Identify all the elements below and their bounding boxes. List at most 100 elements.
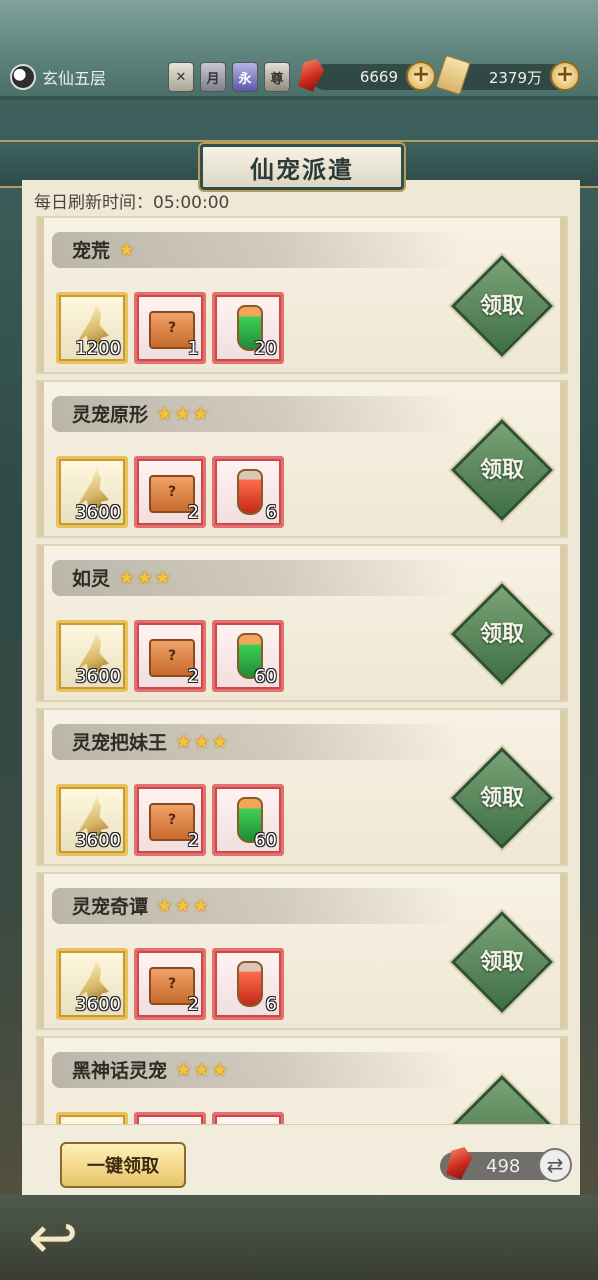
cultivation-rank[interactable]: 玄仙五层 [10,64,106,90]
add-scroll-button[interactable]: + [550,61,580,91]
mission-name: 灵宠原形 [72,404,149,426]
star-icon: ★ [175,1058,193,1081]
title-badges: ✕ 月 永 尊 [168,62,290,92]
window-title: 仙宠派遣 [200,144,404,190]
claim-all-button[interactable]: 一键领取 [60,1142,186,1188]
reward-quantity: 1 [187,338,199,359]
reward-items: 3600 ? 2 60 [56,620,284,692]
mission-card: 灵宠把妹王 ★ ★ ★ 3600 ? 2 60 领取 [36,708,568,866]
claim-button-label: 领取 [479,621,524,647]
red-potion-icon [237,961,263,1007]
mission-name: 黑神话灵宠 [72,1060,168,1082]
reward-spirit-root[interactable] [56,1112,128,1124]
star-icon: ★ [136,566,154,589]
mission-card: 灵宠原形 ★ ★ ★ 3600? 2 6 领取 [36,380,568,538]
reward-mystery-box[interactable]: ? 2 [134,620,206,692]
star-icon: ★ [156,402,174,425]
gem-currency: 6669 + [312,64,436,90]
reward-quantity: 3600 [75,502,121,523]
reward-mystery-box[interactable]: ? 2 [134,456,206,528]
mission-title: 灵宠把妹王 ★ ★ ★ [72,728,228,755]
gem-amount: 6669 [359,68,398,86]
reward-quantity: 2 [187,994,199,1015]
reward-spirit-root[interactable]: 3600 [56,620,128,692]
star-icon: ★ [118,238,136,261]
star-icon: ★ [193,730,211,753]
reward-mystery-box[interactable]: ? 2 [134,948,206,1020]
mission-title: 灵宠原形 ★ ★ ★ [72,400,209,427]
red-potion-icon [237,469,263,515]
reward-quantity: 1200 [75,338,121,359]
scroll-icon [435,54,471,96]
yin-yang-icon [10,64,36,90]
badge-honor[interactable]: 尊 [264,62,290,92]
mission-name: 如灵 [72,568,111,590]
mission-card: 宠荒 ★ 1200 ? 1 20 领取 [36,216,568,374]
star-icon: ★ [193,1058,211,1081]
reward-items: 3600 ? 2 60 [56,784,284,856]
claim-button-label: 领取 [479,949,524,975]
claim-button-label: 领取 [479,293,524,319]
mission-card: 如灵 ★ ★ ★ 3600? 2 60 领取 [36,544,568,702]
mission-title: 灵宠奇谭 ★ ★ ★ [72,892,209,919]
reward-potion[interactable]: 60 [212,784,284,856]
star-rating: ★ ★ ★ [156,403,209,425]
star-icon: ★ [192,894,210,917]
reward-spirit-root[interactable]: 3600 [56,456,128,528]
reward-potion[interactable]: 20 [212,292,284,364]
top-status-bar: 玄仙五层 ✕ 月 永 尊 6669 + 2379万 + [0,0,598,100]
reward-quantity: 60 [254,666,277,687]
back-button[interactable]: ↩ [18,1200,138,1270]
badge-sword-icon[interactable]: ✕ [168,62,194,92]
reward-items: 3600 ? 2 6 [56,456,284,528]
star-icon: ★ [192,402,210,425]
reward-quantity: 6 [265,502,277,523]
reward-quantity: 3600 [75,830,121,851]
refresh-swap-icon[interactable]: ⇄ [538,1148,572,1182]
reward-quantity: 3600 [75,994,121,1015]
mission-name: 灵宠奇谭 [72,896,149,918]
star-icon: ★ [118,566,136,589]
reward-quantity: 6 [265,994,277,1015]
add-gem-button[interactable]: + [406,61,436,91]
star-icon: ★ [154,566,172,589]
reward-quantity: 2 [187,830,199,851]
mission-card: 灵宠奇谭 ★ ★ ★ 3600 ? 2 6 领取 [36,872,568,1030]
star-icon: ★ [175,730,193,753]
mission-title: 宠荒 ★ [72,236,135,263]
scroll-amount: 2379万 [488,68,542,87]
reward-mystery-box[interactable]: ? [134,1112,206,1124]
reward-spirit-root[interactable]: 1200 [56,292,128,364]
badge-moon[interactable]: 月 [200,62,226,92]
star-rating: ★ ★ ★ [118,567,171,589]
mission-card: 黑神话灵宠 ★★★? [36,1036,568,1124]
reward-potion[interactable]: 6 [212,948,284,1020]
reward-potion[interactable] [212,1112,284,1124]
scroll-currency: 2379万 + [435,54,580,96]
claim-button-label: 领取 [479,457,524,483]
reward-spirit-root[interactable]: 3600 [56,784,128,856]
mission-title: 如灵 ★ ★ ★ [72,564,171,591]
reward-quantity: 20 [254,338,277,359]
reward-mystery-box[interactable]: ? 2 [134,784,206,856]
back-arrow-icon: ↩ [28,1203,79,1273]
badge-eternal[interactable]: 永 [232,62,258,92]
star-rating: ★ ★ ★ [175,1059,228,1081]
star-icon: ★ [174,402,192,425]
mission-name: 灵宠把妹王 [72,732,168,754]
reward-potion[interactable]: 6 [212,456,284,528]
reward-mystery-box[interactable]: ? 1 [134,292,206,364]
rank-label: 玄仙五层 [42,69,107,88]
mission-list[interactable]: 宠荒 ★ 1200? 1 20 领取 灵宠原形 ★ ★ ★ 3600? 2 6 领取 如灵 ★ ★ ★ 3600? 2… [36,216,568,1124]
reward-spirit-root[interactable]: 3600 [56,948,128,1020]
reward-quantity: 2 [187,502,199,523]
reward-quantity: 2 [187,666,199,687]
gem-counter-value: 498 [486,1155,521,1177]
star-rating: ★ ★ ★ [156,895,209,917]
claim-button[interactable] [451,1075,553,1124]
claim-button-label: 领取 [479,785,524,811]
reward-potion[interactable]: 60 [212,620,284,692]
reward-items: 3600 ? 2 6 [56,948,284,1020]
star-rating: ★ ★ ★ [175,731,228,753]
star-icon: ★ [174,894,192,917]
